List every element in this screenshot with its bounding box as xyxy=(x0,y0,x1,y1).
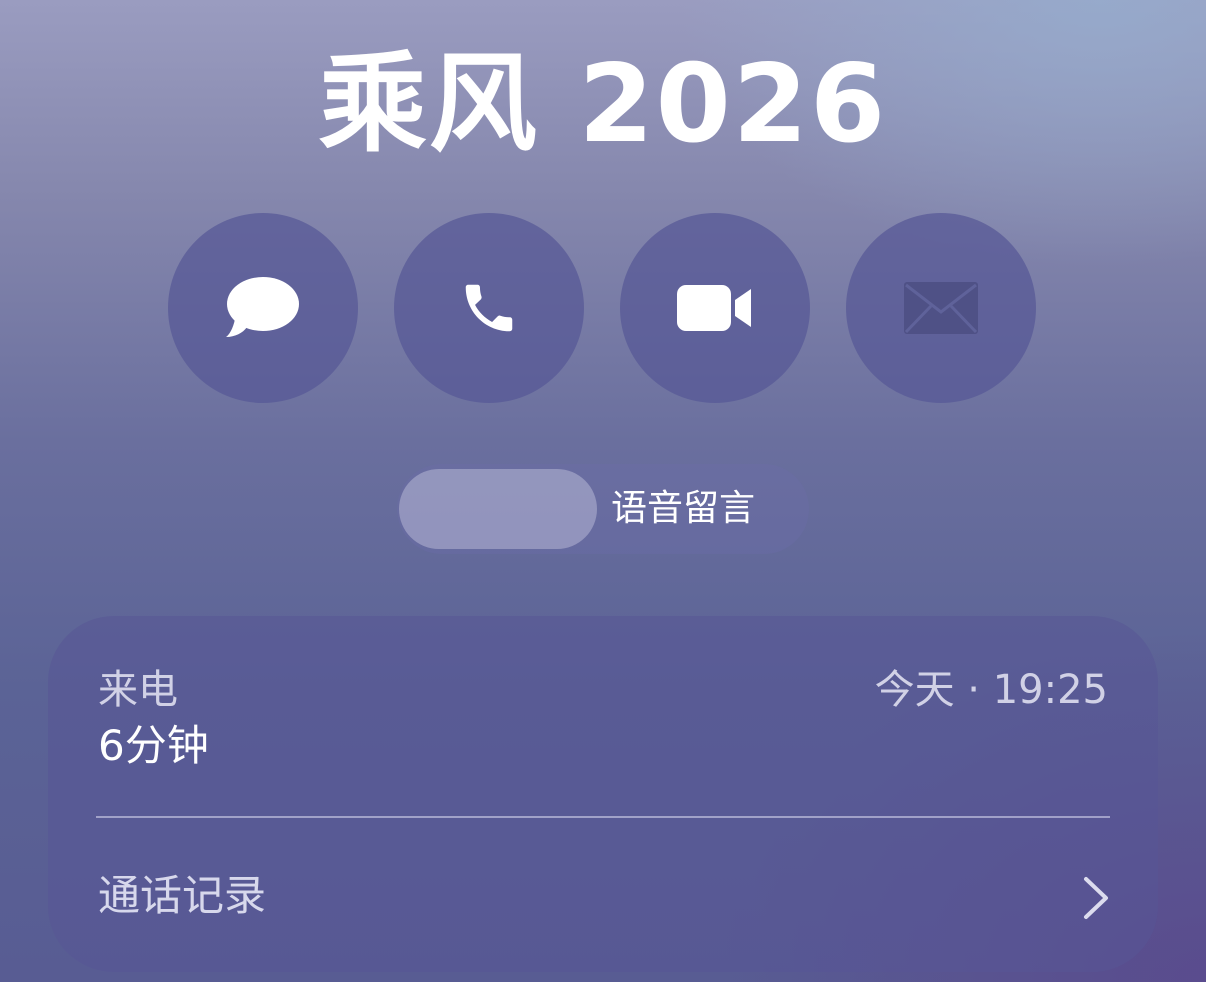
call-type: 来电 xyxy=(98,667,178,713)
call-history-row[interactable]: 通话记录 xyxy=(48,818,1158,972)
phone-icon xyxy=(465,284,513,332)
call-info-card: 来电 6分钟 今天 · 19:25 通话记录 xyxy=(48,616,1158,972)
envelope-icon xyxy=(904,282,978,334)
mail-button[interactable] xyxy=(846,213,1036,403)
call-history-label: 通话记录 xyxy=(98,871,267,920)
call-duration: 6分钟 xyxy=(98,721,209,770)
contact-name: 乘风 2026 xyxy=(318,42,888,167)
video-camera-icon xyxy=(677,285,751,331)
call-time: 今天 · 19:25 xyxy=(874,667,1108,713)
segment-voicemail[interactable]: 语音留言 xyxy=(611,464,755,554)
message-bubble-icon xyxy=(226,277,299,337)
message-button[interactable] xyxy=(168,213,358,403)
call-button[interactable] xyxy=(394,213,584,403)
action-buttons xyxy=(168,213,1036,403)
blurred-placeholder xyxy=(399,469,597,549)
video-call-button[interactable] xyxy=(620,213,810,403)
chevron-right-icon xyxy=(1084,877,1108,919)
segmented-control: 语音留言 xyxy=(397,464,809,554)
segment-left[interactable] xyxy=(399,469,597,549)
